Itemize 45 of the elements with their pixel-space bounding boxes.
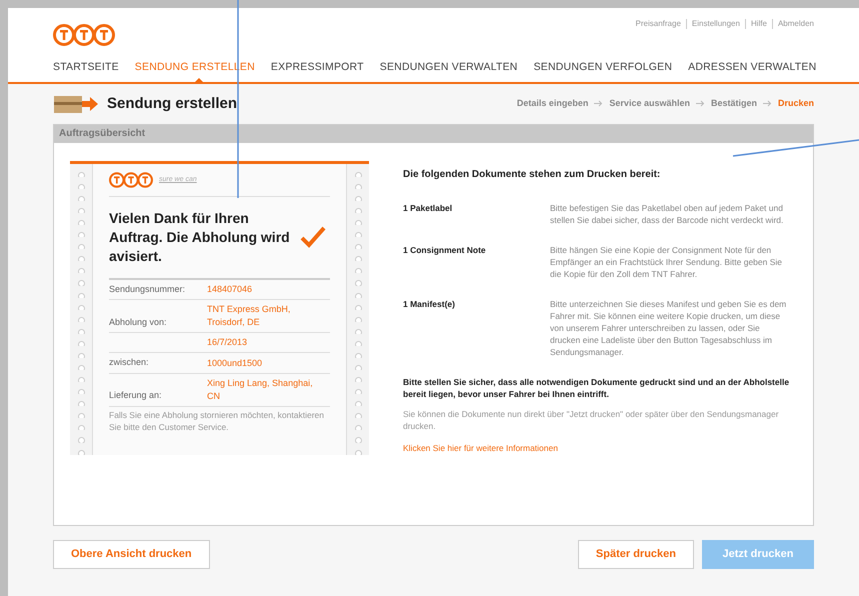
arrow-icon — [594, 100, 604, 108]
nav-tab[interactable]: EXPRESSIMPORT — [270, 61, 364, 73]
document-name: 1 Consignment Note — [403, 244, 487, 257]
document-description: Bitte unterzeichnen Sie dieses Manifest und geben Sie es dem Fahrer mit. Sie können eine weitere Kopie drucken, um diese von unserem Fahrer unterschreiben zu lassen, oder Sie drucken eine Ladeliste über den Button Tagesabschluss im Sendungsmanager. — [550, 298, 788, 358]
thank-you-heading: Vielen Dank für Ihren Auftrag. Die Abholung wird avisiert. — [109, 208, 291, 266]
document-description: Bitte hängen Sie eine Kopie der Consignment Note für den Empfänger an ein Frachtstück Ihrer Sendung. Bitte geben Sie die Kopie für den Zoll dem TNT Fahrer. — [550, 244, 783, 280]
top-link[interactable]: Preisanfrage — [636, 18, 681, 30]
field-label: zwischen: — [109, 356, 150, 370]
field-value: TNT Express GmbH, Troisdorf, DE — [207, 303, 292, 330]
info-text: Sie können die Dokumente nun direkt über "Jetzt drucken" oder später über den Sendungsmanager drucken. — [403, 408, 780, 432]
field-value: 16/7/2013 — [207, 336, 248, 350]
tnt-logo-icon — [53, 24, 115, 46]
field-label: Lieferung an: — [109, 389, 163, 402]
panel-header: Auftragsübersicht — [54, 124, 813, 143]
print-button[interactable]: Jetzt drucken — [702, 540, 814, 569]
checkmark-icon — [300, 226, 326, 248]
warning-text: Bitte stellen Sie sicher, dass alle notwendigen Dokumente gedruckt sind und an der Abholstelle bereit liegen, bevor unser Fahrer bei Ihnen eintrifft. — [403, 376, 790, 400]
arrow-icon — [762, 100, 772, 108]
step-label: Service auswählen — [609, 97, 690, 110]
field-value: 1000und1500 — [207, 356, 264, 370]
nav-tab[interactable]: SENDUNGEN VERFOLGEN — [534, 61, 672, 73]
documents-heading: Die folgenden Dokumente stehen zum Drucken bereit: — [403, 168, 662, 182]
nav-tab[interactable]: ADRESSEN VERWALTEN — [688, 61, 816, 73]
nav-tab[interactable]: SENDUNGEN VERWALTEN — [380, 61, 518, 73]
document-name: 1 Paketlabel — [403, 202, 454, 215]
top-link[interactable]: Hilfe — [750, 18, 767, 30]
step-label: Details eingeben — [516, 97, 588, 110]
field-value: Xing Ling Lang, Shanghai, CN — [207, 376, 314, 403]
step-label: Drucken — [778, 97, 814, 110]
field-label: Sendungsnummer: — [109, 282, 186, 296]
print-button[interactable]: Später drucken — [578, 540, 694, 569]
tnt-logo-icon — [109, 172, 153, 188]
more-info-link[interactable]: Klicken Sie hier für weitere Informationen — [403, 442, 793, 454]
field-label: Abholung von: — [109, 316, 168, 329]
top-link[interactable]: Abmelden — [778, 18, 814, 30]
print-button[interactable]: Obere Ansicht drucken — [53, 540, 210, 569]
nav-tab[interactable]: STARTSEITE — [53, 61, 119, 73]
top-link[interactable]: Einstellungen — [692, 18, 740, 30]
cancel-note: Falls Sie eine Abholung stornieren möchten, kontaktieren Sie bitte den Customer Service. — [109, 408, 325, 433]
arrow-icon — [696, 100, 705, 108]
page-title: Sendung erstellen — [107, 94, 238, 114]
field-value: 148407046 — [207, 283, 254, 296]
step-label: Bestätigen — [710, 97, 757, 110]
document-description: Bitte befestigen Sie das Paketlabel oben auf jedem Paket und stellen Sie dabei sicher, dass der Barcode nicht verdeckt wird. — [550, 202, 784, 226]
document-name: 1 Manifest(e) — [403, 298, 456, 311]
